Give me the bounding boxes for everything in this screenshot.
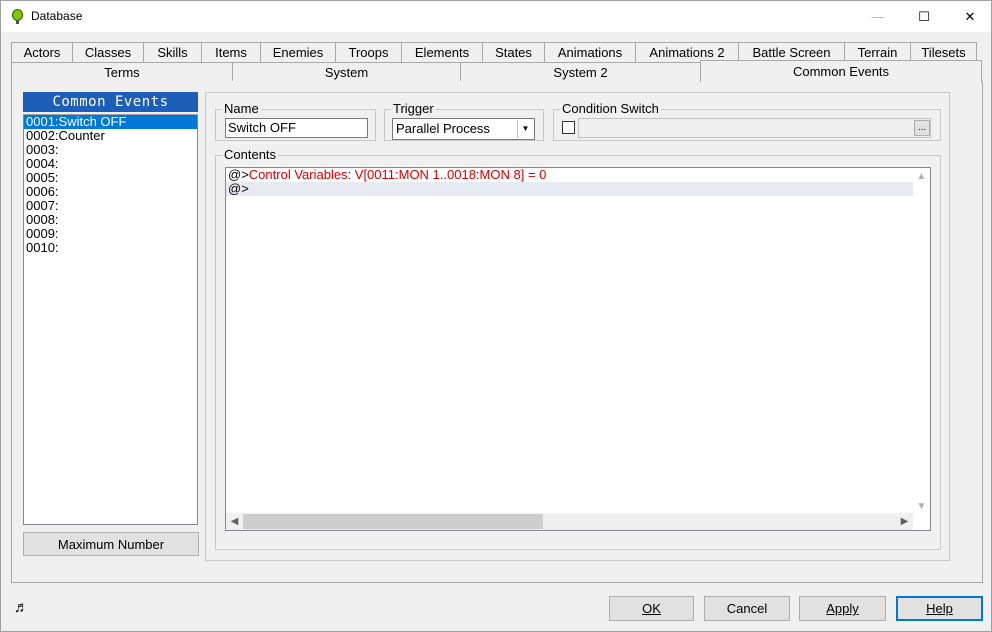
- condition-switch-label: Condition Switch: [560, 101, 661, 116]
- trigger-value: Parallel Process: [396, 121, 490, 136]
- list-item[interactable]: 0001:Switch OFF: [24, 115, 197, 129]
- chevron-down-icon[interactable]: ▼: [517, 120, 533, 138]
- condition-switch-field: [578, 118, 931, 138]
- condition-switch-browse-button[interactable]: ...: [914, 120, 930, 136]
- tab-actors[interactable]: Actors: [11, 42, 73, 62]
- app-icon: [12, 9, 23, 24]
- maximum-number-button[interactable]: Maximum Number: [23, 532, 199, 556]
- ok-label: OK: [642, 601, 661, 616]
- help-label: Help: [926, 601, 953, 616]
- scroll-up-icon[interactable]: ▲: [913, 168, 930, 185]
- tab-tilesets[interactable]: Tilesets: [910, 42, 977, 62]
- horizontal-scrollbar[interactable]: ◀ ▶: [226, 513, 913, 530]
- trigger-select[interactable]: Parallel Process ▼: [392, 118, 535, 140]
- apply-button[interactable]: Apply: [799, 596, 886, 621]
- horizontal-scroll-thumb[interactable]: [243, 514, 543, 529]
- tab-common-events[interactable]: Common Events: [700, 60, 982, 82]
- close-button[interactable]: ✕: [947, 1, 992, 32]
- tab-system-2[interactable]: System 2: [460, 62, 701, 82]
- tab-battle-screen[interactable]: Battle Screen: [738, 42, 845, 62]
- tab-row-2: Terms System System 2 Common Events: [11, 60, 982, 82]
- command-text: Control Variables: V[0011:MON 1..0018:MO…: [248, 167, 547, 182]
- scroll-left-icon[interactable]: ◀: [226, 513, 243, 530]
- condition-switch-checkbox[interactable]: [562, 121, 575, 134]
- list-item[interactable]: 0006:: [24, 185, 197, 199]
- cancel-button[interactable]: Cancel: [704, 596, 790, 621]
- tab-enemies[interactable]: Enemies: [260, 42, 336, 62]
- window-title: Database: [31, 9, 83, 23]
- tab-animations[interactable]: Animations: [544, 42, 636, 62]
- command-line[interactable]: @>Control Variables: V[0011:MON 1..0018:…: [226, 168, 914, 182]
- name-field[interactable]: Switch OFF: [225, 118, 368, 138]
- tab-troops[interactable]: Troops: [335, 42, 402, 62]
- minimize-button[interactable]: —: [855, 1, 901, 32]
- apply-label: Apply: [826, 601, 859, 616]
- tab-skills[interactable]: Skills: [143, 42, 202, 62]
- vertical-scrollbar[interactable]: ▲ ▼: [913, 168, 930, 515]
- tab-row-1: Actors Classes Skills Items Enemies Troo…: [11, 42, 977, 62]
- cancel-label: Cancel: [726, 601, 768, 616]
- trigger-label: Trigger: [391, 101, 436, 116]
- command-prefix: @>: [228, 167, 249, 182]
- tab-items[interactable]: Items: [201, 42, 261, 62]
- ok-button[interactable]: OK: [609, 596, 694, 621]
- help-button[interactable]: Help: [896, 596, 983, 621]
- list-item[interactable]: 0002:Counter: [24, 129, 197, 143]
- music-note-icon[interactable]: ♬: [14, 599, 29, 616]
- database-window: Database — ☐ ✕ Actors Classes Skills Ite…: [0, 0, 992, 632]
- title-bar: Database — ☐ ✕: [1, 1, 991, 32]
- contents-label: Contents: [222, 147, 279, 162]
- event-list[interactable]: 0001:Switch OFF 0002:Counter 0003: 0004:…: [23, 114, 198, 525]
- name-label: Name: [222, 101, 261, 116]
- list-item[interactable]: 0005:: [24, 171, 197, 185]
- list-item[interactable]: 0008:: [24, 213, 197, 227]
- command-line[interactable]: @>: [226, 182, 914, 196]
- event-commands-list[interactable]: @>Control Variables: V[0011:MON 1..0018:…: [225, 167, 931, 531]
- tab-animations-2[interactable]: Animations 2: [635, 42, 739, 62]
- tab-terms[interactable]: Terms: [11, 62, 233, 82]
- list-item[interactable]: 0003:: [24, 143, 197, 157]
- list-item[interactable]: 0009:: [24, 227, 197, 241]
- list-item[interactable]: 0007:: [24, 199, 197, 213]
- list-item[interactable]: 0004:: [24, 157, 197, 171]
- tab-system[interactable]: System: [232, 62, 461, 82]
- list-item[interactable]: 0010:: [24, 241, 197, 255]
- tab-elements[interactable]: Elements: [401, 42, 483, 62]
- maximize-button[interactable]: ☐: [901, 1, 947, 32]
- tab-classes[interactable]: Classes: [72, 42, 144, 62]
- scroll-down-icon[interactable]: ▼: [913, 498, 930, 515]
- tab-terrain[interactable]: Terrain: [844, 42, 911, 62]
- scroll-right-icon[interactable]: ▶: [896, 513, 913, 530]
- command-prefix: @>: [228, 181, 249, 196]
- tab-states[interactable]: States: [482, 42, 545, 62]
- common-events-header: Common Events: [23, 92, 198, 112]
